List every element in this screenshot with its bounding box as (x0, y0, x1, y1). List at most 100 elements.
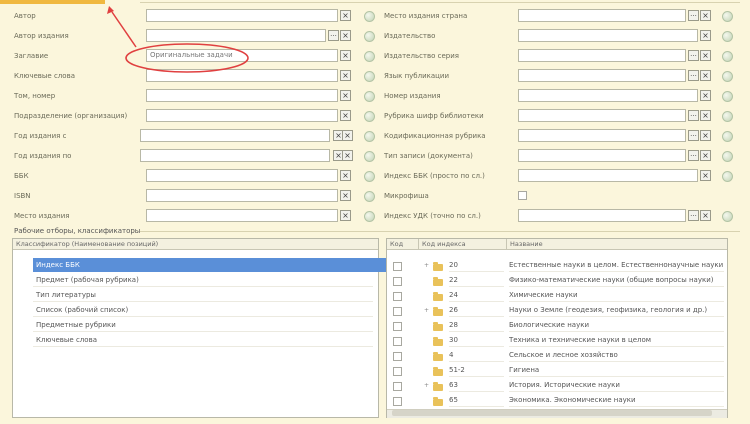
clear-icon[interactable]: × (700, 170, 711, 181)
table-row[interactable]: Науки о Земле (геодезия, геофизика, геол… (509, 303, 724, 317)
table-row[interactable]: Сельское и лесное хозяйство (509, 348, 724, 362)
checkbox-icon[interactable] (393, 292, 402, 301)
clear-icon[interactable]: × (700, 150, 711, 161)
publisher-input[interactable] (518, 29, 698, 42)
circle-open-icon[interactable] (364, 11, 375, 22)
circle-open-icon[interactable] (722, 31, 733, 42)
table-row[interactable]: 63 (449, 378, 504, 392)
list-item[interactable]: Индекс ББК (33, 258, 388, 272)
clear-icon[interactable]: × (700, 30, 711, 41)
circle-open-icon[interactable] (722, 131, 733, 142)
circle-open-icon[interactable] (364, 171, 375, 182)
table-row[interactable]: Техника и технические науки в целом (509, 333, 724, 347)
circle-open-icon[interactable] (364, 191, 375, 202)
udk-index-input[interactable] (518, 209, 686, 222)
table-row[interactable]: Химические науки (509, 288, 724, 302)
table-row[interactable]: 22 (449, 273, 504, 287)
volume-input[interactable] (146, 89, 338, 102)
table-row[interactable]: 24 (449, 288, 504, 302)
dropdown-icon[interactable]: ... (688, 150, 699, 161)
year-from-input[interactable] (140, 129, 330, 142)
isbn-input[interactable] (146, 189, 338, 202)
clear-icon[interactable]: × (340, 70, 351, 81)
circle-open-icon[interactable] (722, 51, 733, 62)
table-row[interactable]: Естественные науки в целом. Естественнон… (509, 258, 724, 272)
codification-input[interactable] (518, 129, 686, 142)
dropdown-icon[interactable]: ... (688, 70, 699, 81)
circle-open-icon[interactable] (722, 151, 733, 162)
scrollbar-thumb[interactable] (392, 410, 712, 416)
expand-toggle[interactable]: + (424, 382, 429, 389)
clear-icon[interactable]: × (700, 130, 711, 141)
checkbox-icon[interactable] (393, 352, 402, 361)
expand-toggle[interactable]: + (424, 262, 429, 269)
table-row[interactable]: 51-2 (449, 363, 504, 377)
table-row[interactable]: Гигиена (509, 363, 724, 377)
circle-open-icon[interactable] (364, 111, 375, 122)
table-row[interactable]: Экономика. Экономические науки (509, 393, 724, 407)
department-input[interactable] (146, 109, 338, 122)
clear-icon[interactable]: × (340, 110, 351, 121)
circle-open-icon[interactable] (722, 91, 733, 102)
bbk-index-input[interactable] (518, 169, 698, 182)
table-row[interactable]: 28 (449, 318, 504, 332)
circle-open-icon[interactable] (722, 171, 733, 182)
checkbox-icon[interactable] (393, 307, 402, 316)
classifier-list[interactable]: Классификатор (Наименование позиций) Инд… (12, 238, 388, 418)
checkbox-icon[interactable] (393, 262, 402, 271)
record-type-input[interactable] (518, 149, 686, 162)
dropdown-icon[interactable]: ... (328, 30, 339, 41)
language-input[interactable] (518, 69, 686, 82)
clear-icon[interactable]: × (342, 150, 353, 161)
table-row[interactable]: 65 (449, 393, 504, 407)
dropdown-icon[interactable]: ... (688, 210, 699, 221)
place-input[interactable] (146, 209, 338, 222)
clear-icon[interactable]: × (340, 10, 351, 21)
circle-open-icon[interactable] (722, 211, 733, 222)
circle-open-icon[interactable] (364, 131, 375, 142)
edition-number-input[interactable] (518, 89, 698, 102)
table-row[interactable]: 4 (449, 348, 504, 362)
checkbox-icon[interactable] (393, 277, 402, 286)
year-to-input[interactable] (140, 149, 330, 162)
clear-icon[interactable]: × (700, 110, 711, 121)
circle-open-icon[interactable] (722, 111, 733, 122)
list-item[interactable]: Список (рабочий список) (33, 303, 373, 317)
clear-icon[interactable]: × (700, 90, 711, 101)
expand-toggle[interactable]: + (424, 307, 429, 314)
clear-icon[interactable]: × (340, 50, 351, 61)
table-row[interactable]: Биологические науки (509, 318, 724, 332)
clear-icon[interactable]: × (700, 10, 711, 21)
series-input[interactable] (518, 49, 686, 62)
circle-open-icon[interactable] (364, 51, 375, 62)
circle-open-icon[interactable] (722, 11, 733, 22)
circle-open-icon[interactable] (364, 71, 375, 82)
country-input[interactable] (518, 9, 686, 22)
table-row[interactable]: 20 (449, 258, 504, 272)
list-item[interactable]: Предмет (рабочая рубрика) (33, 273, 373, 287)
clear-icon[interactable]: × (700, 70, 711, 81)
checkbox-icon[interactable] (393, 367, 402, 376)
dropdown-icon[interactable]: ... (688, 10, 699, 21)
circle-open-icon[interactable] (364, 151, 375, 162)
clear-icon[interactable]: × (340, 30, 351, 41)
circle-open-icon[interactable] (364, 91, 375, 102)
clear-icon[interactable]: × (340, 190, 351, 201)
checkbox-icon[interactable] (393, 382, 402, 391)
microfiche-checkbox[interactable] (518, 191, 527, 200)
bbk-input[interactable] (146, 169, 338, 182)
table-row[interactable]: 30 (449, 333, 504, 347)
dropdown-icon[interactable]: ... (688, 130, 699, 141)
clear-icon[interactable]: × (700, 210, 711, 221)
clear-icon[interactable]: × (342, 130, 353, 141)
checkbox-icon[interactable] (393, 337, 402, 346)
circle-open-icon[interactable] (722, 71, 733, 82)
dropdown-icon[interactable]: ... (688, 50, 699, 61)
table-row[interactable]: 26 (449, 303, 504, 317)
clear-icon[interactable]: × (340, 170, 351, 181)
checkbox-icon[interactable] (393, 322, 402, 331)
table-row[interactable]: История. Исторические науки (509, 378, 724, 392)
clear-icon[interactable]: × (700, 50, 711, 61)
clear-icon[interactable]: × (340, 90, 351, 101)
dropdown-icon[interactable]: ... (688, 110, 699, 121)
